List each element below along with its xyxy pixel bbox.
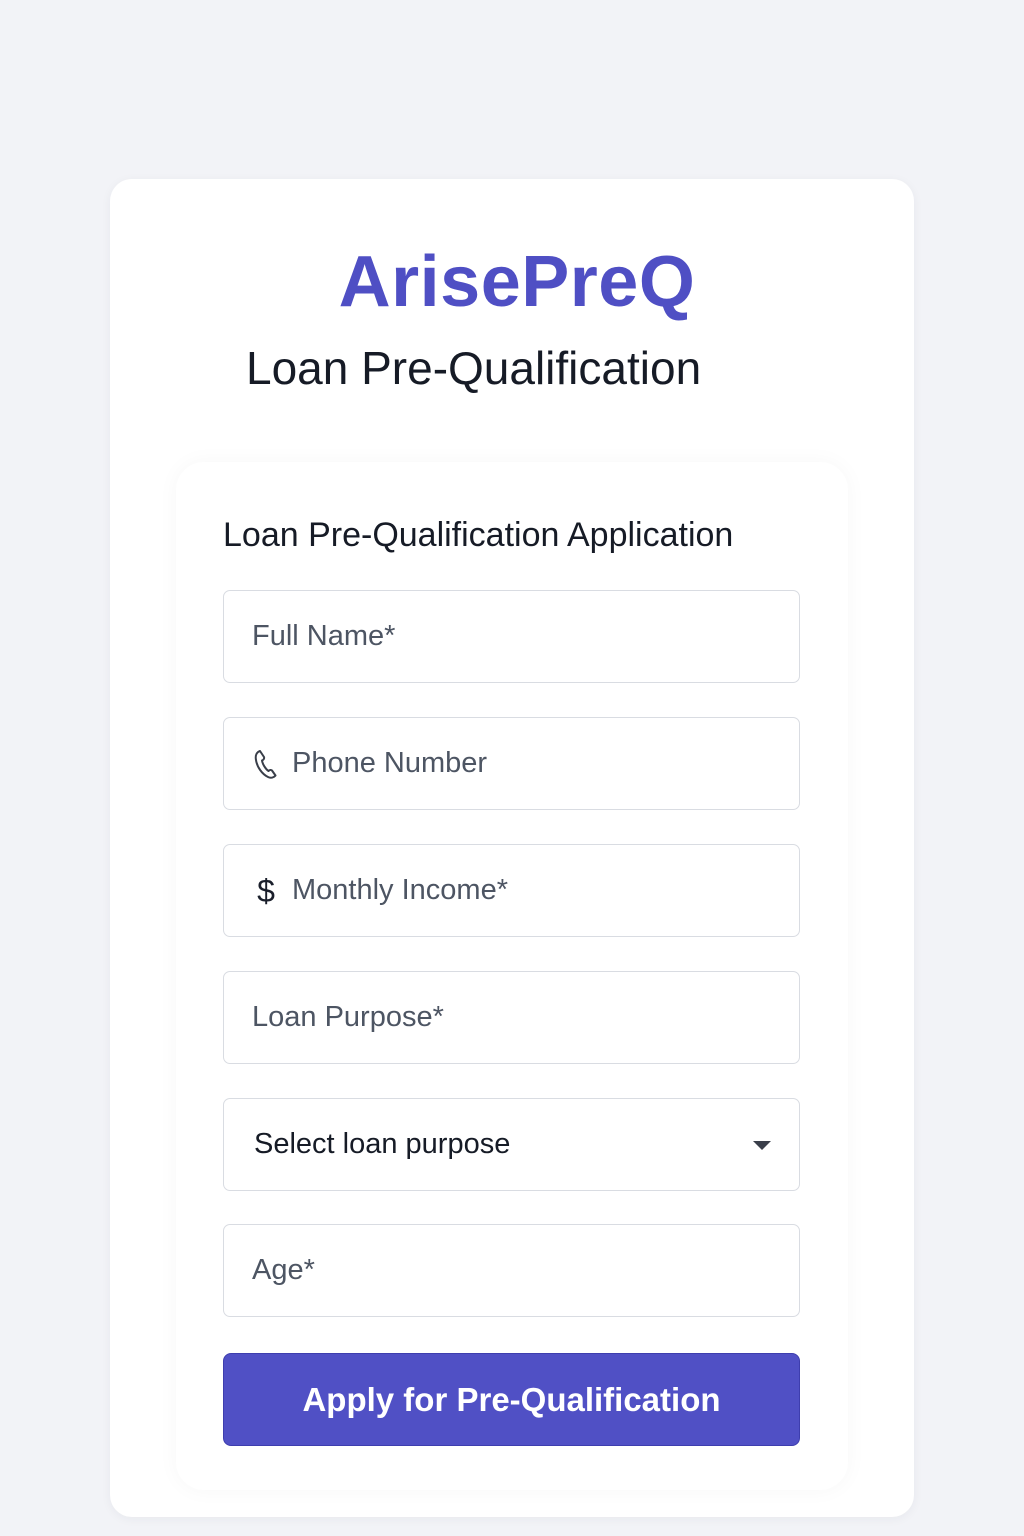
age-input[interactable]: [252, 1225, 772, 1316]
loan-purpose-input[interactable]: [252, 972, 772, 1063]
loan-purpose-select-value: Select loan purpose: [254, 1128, 511, 1160]
monthly-income-field[interactable]: $: [223, 844, 800, 937]
loan-purpose-select[interactable]: Select loan purpose: [223, 1098, 800, 1191]
dollar-icon: $: [252, 874, 280, 908]
chevron-down-icon: [753, 1141, 771, 1150]
apply-pre-qualification-button[interactable]: Apply for Pre-Qualification: [223, 1353, 800, 1446]
full-name-field[interactable]: [223, 590, 800, 683]
monthly-income-input[interactable]: [292, 845, 772, 936]
phone-icon: [252, 747, 280, 781]
page-subtitle: Loan Pre-Qualification: [246, 342, 702, 394]
brand-logo-title: ArisePreQ: [338, 242, 696, 322]
full-name-input[interactable]: [252, 591, 772, 682]
age-field[interactable]: [223, 1224, 800, 1317]
loan-purpose-field[interactable]: [223, 971, 800, 1064]
phone-number-input[interactable]: [292, 718, 772, 809]
dollar-glyph: $: [257, 872, 275, 909]
form-title: Loan Pre-Qualification Application: [223, 516, 734, 554]
phone-number-field[interactable]: [223, 717, 800, 810]
